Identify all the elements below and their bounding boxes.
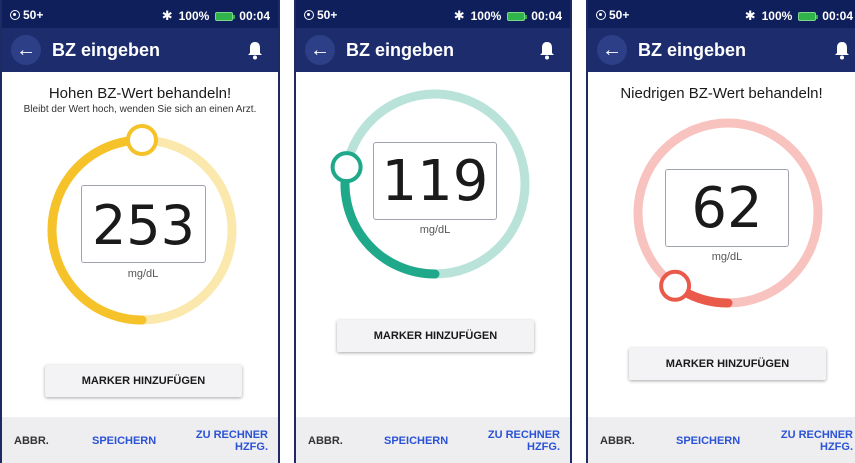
bluetooth-icon: ✱ [453,8,465,23]
bolus-calculator-line2: HZFG. [820,441,853,453]
back-button[interactable]: ← [305,35,335,65]
add-marker-button[interactable]: MARKER HINZUFÜGEN [337,320,534,352]
bolus-calculator-line2: HZFG. [527,441,560,453]
treatment-message: Hohen BZ-Wert behandeln! [48,85,232,102]
save-button[interactable]: SPEICHERN [92,435,156,447]
cancel-button[interactable]: ABBR. [308,435,343,447]
clock: 00:04 [531,9,562,23]
gauge-handle[interactable] [330,151,363,184]
cancel-button[interactable]: ABBR. [14,435,49,447]
bolus-calculator-button[interactable]: ZU RECHNER HZFG. [196,429,268,453]
battery-percent: 100% [761,9,793,23]
app-bar: ← BZ eingeben [2,28,278,72]
bolus-calculator-line1: ZU RECHNER [487,429,560,441]
battery-percent: 100% [178,9,210,23]
glucose-unit: mg/dL [127,268,159,280]
save-button[interactable]: SPEICHERN [384,435,448,447]
screenshot-stage: 50+ ✱ 100% 00:04 ← BZ eingeben Hohen BZ-We… [0,0,855,463]
pod-status: 50+ [317,8,338,22]
bottom-action-bar: ABBR. SPEICHERN ZU RECHNER HZFG. [588,417,855,463]
phone-screen-high: 50+ ✱ 100% 00:04 ← BZ eingeben Hohen BZ-We… [0,0,280,463]
glucose-unit: mg/dL [419,224,451,236]
back-button[interactable]: ← [597,35,627,65]
battery-icon [507,11,528,21]
arrow-left-icon: ← [310,38,330,61]
bolus-calculator-button[interactable]: ZU RECHNER HZFG. [781,429,853,453]
pod-icon [304,10,314,20]
arrow-left-icon: ← [16,38,36,61]
battery-icon [215,11,236,21]
clock: 00:04 [239,9,270,23]
status-bar: 50+ ✱ 100% 00:04 [588,0,855,28]
bolus-calculator-line1: ZU RECHNER [780,429,853,441]
arrow-left-icon: ← [602,38,622,61]
pod-status: 50+ [609,8,630,22]
bolus-calculator-line1: ZU RECHNER [195,429,268,441]
app-bar: ← BZ eingeben [296,28,570,72]
status-bar: 50+ ✱ 100% 00:04 [2,0,278,28]
phone-screen-normal: 50+ ✱ 100% 00:04 ← BZ eingeben 119 mg/dL M… [294,0,572,463]
page-title: BZ eingeben [638,40,747,60]
bell-icon[interactable] [538,40,556,60]
clock: 00:04 [822,9,853,23]
glucose-unit: mg/dL [711,251,743,263]
pod-icon [596,10,606,20]
pod-icon [10,10,20,20]
battery-percent: 100% [470,9,502,23]
glucose-value: 119 [381,149,489,214]
bolus-calculator-line2: HZFG. [235,441,268,453]
page-title: BZ eingeben [346,40,455,60]
glucose-value-box[interactable]: 253 [81,185,206,263]
bluetooth-icon: ✱ [744,8,756,23]
page-title: BZ eingeben [52,40,161,60]
back-button[interactable]: ← [11,35,41,65]
status-bar: 50+ ✱ 100% 00:04 [296,0,570,28]
battery-icon [798,11,819,21]
phone-screen-low: 50+ ✱ 100% 00:04 ← BZ eingeben Niedrigen B… [586,0,855,463]
glucose-value-box[interactable]: 62 [665,169,789,247]
treatment-hint: Bleibt der Wert hoch, wenden Sie sich an… [23,104,257,115]
treatment-message: Niedrigen BZ-Wert behandeln! [620,85,823,102]
app-bar: ← BZ eingeben [588,28,855,72]
bell-icon[interactable] [246,40,264,60]
cancel-button[interactable]: ABBR. [600,435,635,447]
add-marker-button[interactable]: MARKER HINZUFÜGEN [629,348,826,380]
bluetooth-icon: ✱ [161,8,173,23]
bolus-calculator-button[interactable]: ZU RECHNER HZFG. [488,429,560,453]
bottom-action-bar: ABBR. SPEICHERN ZU RECHNER HZFG. [296,417,570,463]
pod-status: 50+ [23,8,44,22]
gauge-handle[interactable] [659,269,692,302]
glucose-value-box[interactable]: 119 [373,142,497,220]
bottom-action-bar: ABBR. SPEICHERN ZU RECHNER HZFG. [2,417,278,463]
save-button[interactable]: SPEICHERN [676,435,740,447]
glucose-value: 253 [91,194,196,257]
gauge-handle[interactable] [126,124,158,156]
bell-icon[interactable] [833,40,851,60]
glucose-value: 62 [691,176,763,241]
add-marker-button[interactable]: MARKER HINZUFÜGEN [45,365,242,397]
